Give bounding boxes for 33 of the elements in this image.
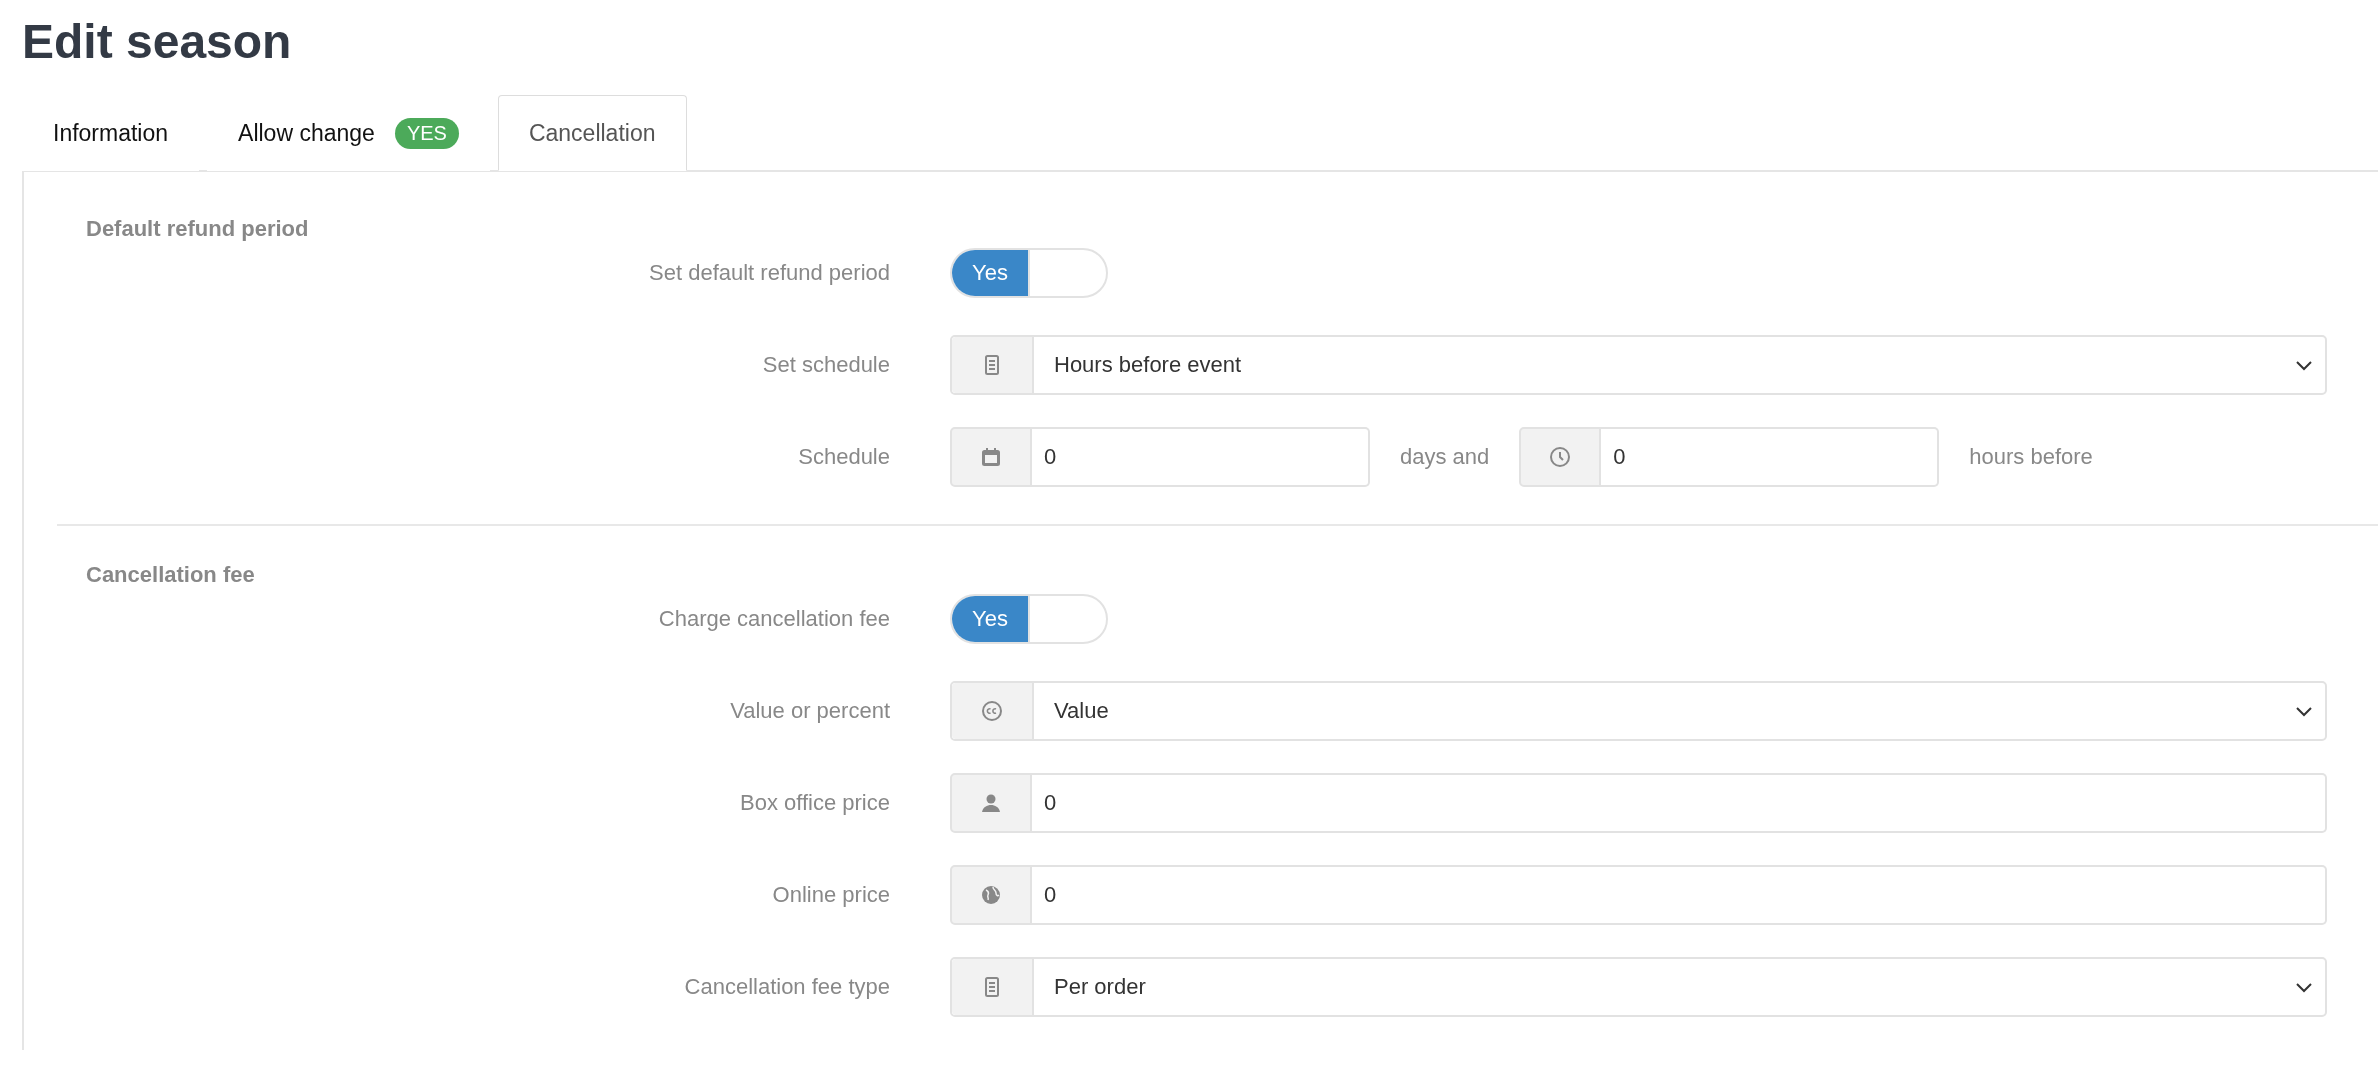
select-field[interactable]: Hours before event <box>950 335 2327 395</box>
field-label: Value or percent <box>729 698 890 724</box>
tab[interactable]: Cancellation <box>497 95 687 171</box>
clock-icon <box>1548 445 1573 469</box>
between-text: days and <box>1400 444 1490 470</box>
field-label: Box office price <box>739 790 890 816</box>
section-title: Cancellation fee <box>85 562 256 588</box>
toggle-label: Yes <box>952 596 1030 642</box>
input-field[interactable]: 0 <box>1032 865 2327 925</box>
input-field[interactable]: 0 <box>1601 427 1940 487</box>
cc-icon <box>980 699 1004 723</box>
page-title: Edit season <box>22 14 293 70</box>
chevron-down-icon <box>2295 359 2313 371</box>
field-label: Charge cancellation fee <box>657 606 890 632</box>
calendar-icon <box>979 445 1003 469</box>
after-text: hours before <box>1969 444 2093 470</box>
toggle-label: Yes <box>952 250 1030 296</box>
toggle-switch[interactable]: Yes <box>950 594 1108 644</box>
select-field[interactable]: Per order <box>950 957 2327 1017</box>
section-title: Default refund period <box>85 216 310 242</box>
field-label: Schedule <box>797 444 890 470</box>
chevron-down-icon <box>2295 705 2313 717</box>
field-label: Cancellation fee type <box>683 974 890 1000</box>
input-field[interactable]: 0 <box>1032 773 2327 833</box>
globe-icon <box>979 883 1003 907</box>
status-badge: YES <box>394 117 459 149</box>
toggle-switch[interactable]: Yes <box>950 248 1108 298</box>
chevron-down-icon <box>2295 981 2313 993</box>
field-label: Set schedule <box>761 352 890 378</box>
field-label: Set default refund period <box>648 260 890 286</box>
field-label: Online price <box>771 882 890 908</box>
input-field[interactable]: 0 <box>1032 427 1370 487</box>
select-field[interactable]: Value <box>950 681 2327 741</box>
